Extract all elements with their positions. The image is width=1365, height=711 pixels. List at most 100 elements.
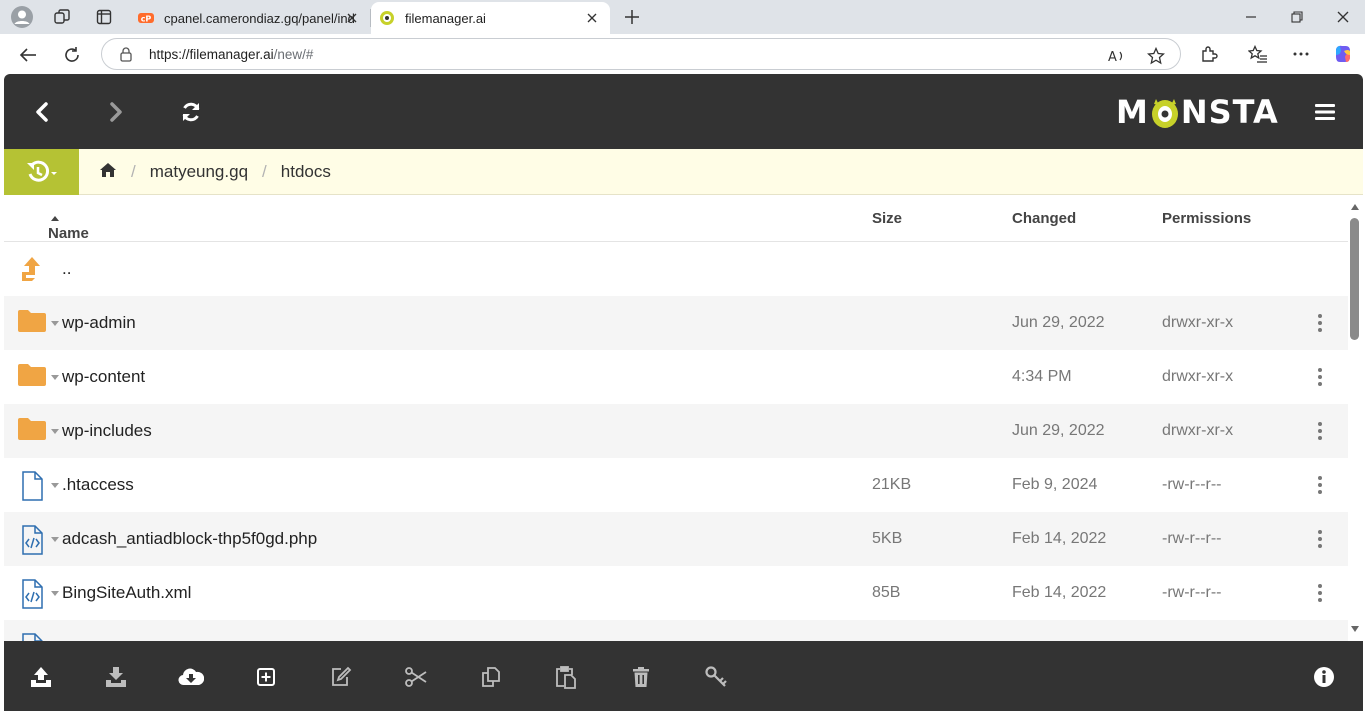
new-item-plus-icon[interactable] bbox=[253, 664, 279, 690]
tab-cpanel[interactable]: cP cpanel.camerondiaz.gq/panel/ind bbox=[130, 2, 370, 34]
history-button[interactable] bbox=[4, 149, 79, 195]
file-row[interactable]: wp-includes Jun 29, 2022 drwxr-xr-x bbox=[4, 404, 1348, 458]
logo-text-left: M bbox=[1116, 93, 1149, 131]
tab-filemanager-close-icon[interactable] bbox=[584, 10, 600, 26]
row-dropdown-caret-icon[interactable] bbox=[51, 537, 59, 542]
svg-text:A: A bbox=[1108, 50, 1117, 64]
edit-icon[interactable] bbox=[328, 664, 354, 690]
file-name[interactable]: BingSiteAuth.xml bbox=[62, 583, 191, 603]
breadcrumb-item-htdocs[interactable]: htdocs bbox=[281, 162, 331, 182]
scroll-down-arrow-icon[interactable] bbox=[1350, 624, 1360, 634]
app-header: M NSTA bbox=[4, 74, 1363, 149]
file-name[interactable]: wp-includes bbox=[62, 421, 152, 441]
cpanel-favicon-icon: cP bbox=[138, 10, 154, 26]
row-dropdown-caret-icon[interactable] bbox=[51, 321, 59, 326]
code-file-icon bbox=[18, 579, 46, 609]
info-icon[interactable] bbox=[1311, 664, 1337, 690]
row-menu-kebab-icon[interactable] bbox=[1310, 527, 1330, 551]
history-icon bbox=[26, 160, 57, 182]
file-permissions: drwxr-xr-x bbox=[1162, 368, 1234, 385]
browser-tab-bar: cP cpanel.camerondiaz.gq/panel/ind filem… bbox=[0, 0, 1365, 34]
file-name[interactable]: .htaccess bbox=[62, 475, 134, 495]
breadcrumb: / matyeung.gq / htdocs bbox=[99, 149, 331, 195]
up-arrow-icon bbox=[18, 255, 46, 283]
file-table-header: Name Size Changed Permissions bbox=[4, 195, 1348, 242]
extensions-icon[interactable] bbox=[1198, 43, 1220, 65]
file-row[interactable]: .htaccess 21KB Feb 9, 2024 -rw-r--r-- bbox=[4, 458, 1348, 512]
reload-icon[interactable] bbox=[59, 42, 85, 68]
monsta-file-manager: M NSTA / matyeung.gq / htdocs Name Size … bbox=[4, 74, 1363, 711]
permissions-key-icon[interactable] bbox=[703, 664, 729, 690]
nav-back-chevron-icon[interactable] bbox=[26, 96, 58, 128]
row-menu-kebab-icon[interactable] bbox=[1310, 365, 1330, 389]
delete-trash-icon[interactable] bbox=[628, 664, 654, 690]
paste-icon[interactable] bbox=[553, 664, 579, 690]
copy-icon[interactable] bbox=[478, 664, 504, 690]
column-header-changed[interactable]: Changed bbox=[1012, 210, 1076, 227]
address-bar[interactable]: https://filemanager.ai/new/# A bbox=[101, 38, 1181, 70]
back-arrow-icon[interactable] bbox=[15, 42, 41, 68]
breadcrumb-bar: / matyeung.gq / htdocs bbox=[4, 149, 1363, 195]
folder-icon bbox=[18, 417, 46, 445]
column-header-permissions[interactable]: Permissions bbox=[1162, 210, 1251, 227]
row-menu-kebab-icon[interactable] bbox=[1310, 311, 1330, 335]
file-size: 5KB bbox=[872, 530, 903, 547]
tab-actions-icon[interactable] bbox=[91, 4, 117, 30]
row-dropdown-caret-icon[interactable] bbox=[51, 591, 59, 596]
file-row[interactable]: wp-content 4:34 PM drwxr-xr-x bbox=[4, 350, 1348, 404]
more-menu-icon[interactable] bbox=[1290, 43, 1312, 65]
file-permissions: -rw-r--r-- bbox=[1162, 530, 1222, 547]
folder-icon bbox=[18, 309, 46, 337]
url-text: https://filemanager.ai/new/# bbox=[149, 47, 313, 62]
document-icon bbox=[18, 471, 46, 501]
minimize-icon[interactable] bbox=[1228, 0, 1274, 34]
row-menu-kebab-icon[interactable] bbox=[1310, 473, 1330, 497]
file-row-partial[interactable] bbox=[4, 620, 1348, 642]
file-changed: Jun 29, 2022 bbox=[1012, 422, 1105, 439]
tab-cpanel-close-icon[interactable] bbox=[344, 10, 360, 26]
folder-icon bbox=[18, 363, 46, 391]
file-row[interactable]: adcash_antiadblock-thp5f0gd.php 5KB Feb … bbox=[4, 512, 1348, 566]
new-tab-plus-icon[interactable] bbox=[620, 5, 644, 29]
refresh-icon[interactable] bbox=[175, 96, 207, 128]
upload-icon[interactable] bbox=[28, 664, 54, 690]
column-header-name[interactable]: Name bbox=[48, 210, 89, 242]
svg-text:cP: cP bbox=[141, 15, 152, 24]
row-menu-kebab-icon[interactable] bbox=[1310, 419, 1330, 443]
workspaces-icon[interactable] bbox=[49, 4, 75, 30]
download-icon[interactable] bbox=[103, 664, 129, 690]
file-row[interactable]: wp-admin Jun 29, 2022 drwxr-xr-x bbox=[4, 296, 1348, 350]
row-dropdown-caret-icon[interactable] bbox=[51, 375, 59, 380]
row-dropdown-caret-icon[interactable] bbox=[51, 429, 59, 434]
scrollbar-thumb[interactable] bbox=[1350, 218, 1359, 340]
close-window-icon[interactable] bbox=[1320, 0, 1365, 34]
restore-icon[interactable] bbox=[1274, 0, 1320, 34]
file-changed: Feb 9, 2024 bbox=[1012, 476, 1098, 493]
file-permissions: drwxr-xr-x bbox=[1162, 314, 1234, 331]
breadcrumb-item-domain[interactable]: matyeung.gq bbox=[150, 162, 248, 182]
cut-scissors-icon[interactable] bbox=[403, 664, 429, 690]
copilot-icon[interactable] bbox=[1332, 43, 1354, 65]
file-size: 21KB bbox=[872, 476, 912, 493]
nav-forward-chevron-icon[interactable] bbox=[100, 96, 132, 128]
file-permissions: drwxr-xr-x bbox=[1162, 422, 1234, 439]
column-header-size[interactable]: Size bbox=[872, 210, 902, 227]
tab-filemanager[interactable]: filemanager.ai bbox=[371, 2, 610, 34]
file-row[interactable]: BingSiteAuth.xml 85B Feb 14, 2022 -rw-r-… bbox=[4, 566, 1348, 620]
file-changed: 4:34 PM bbox=[1012, 368, 1072, 385]
file-name[interactable]: wp-admin bbox=[62, 313, 136, 333]
file-name[interactable]: adcash_antiadblock-thp5f0gd.php bbox=[62, 529, 317, 549]
read-aloud-icon[interactable]: A bbox=[1107, 46, 1127, 66]
hamburger-menu-icon[interactable] bbox=[1309, 96, 1341, 128]
favorite-star-icon[interactable] bbox=[1146, 46, 1166, 66]
file-permissions: -rw-r--r-- bbox=[1162, 584, 1222, 601]
file-name[interactable]: wp-content bbox=[62, 367, 145, 387]
parent-directory-row[interactable]: .. bbox=[4, 242, 1348, 296]
home-icon[interactable] bbox=[99, 162, 117, 183]
favorites-list-icon[interactable] bbox=[1247, 43, 1269, 65]
profile-icon[interactable] bbox=[9, 4, 35, 30]
cloud-download-icon[interactable] bbox=[178, 664, 204, 690]
row-menu-kebab-icon[interactable] bbox=[1310, 581, 1330, 605]
scroll-up-arrow-icon[interactable] bbox=[1350, 202, 1360, 212]
row-dropdown-caret-icon[interactable] bbox=[51, 483, 59, 488]
